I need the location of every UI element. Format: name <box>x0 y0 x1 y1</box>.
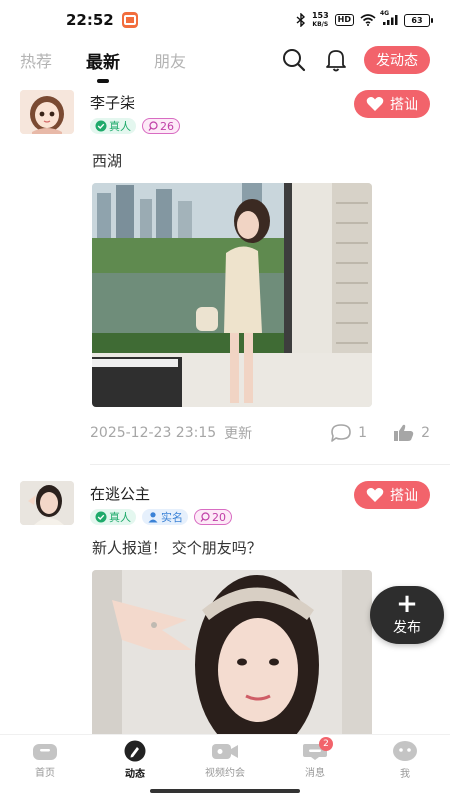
search-icon[interactable] <box>280 46 308 74</box>
signal-label: 4G <box>380 10 390 17</box>
nav-video-date-label: 视频约会 <box>205 767 245 779</box>
top-nav: 热荐 最新 朋友 发动态 <box>0 40 450 80</box>
nav-feed[interactable]: 动态 <box>90 735 180 784</box>
status-icons: 153 KB/S HD 4G 63 <box>296 10 433 29</box>
nav-profile[interactable]: 我 <box>360 735 450 784</box>
nav-home[interactable]: 首页 <box>0 735 90 784</box>
post-photo[interactable] <box>92 183 372 407</box>
bluetooth-icon <box>296 13 306 27</box>
network-speed-value: 153 <box>311 11 329 20</box>
nav-video-date[interactable]: 视频约会 <box>180 735 270 784</box>
person-icon <box>148 512 158 523</box>
comment-count: 1 <box>358 425 368 441</box>
greet-button[interactable]: 搭讪 <box>354 481 430 509</box>
status-bar: 22:52 153 KB/S HD 4G 63 <box>0 0 450 40</box>
home-icon <box>33 743 57 760</box>
bottom-nav: 首页 动态 视频约会 2 消息 我 <box>0 734 450 784</box>
home-indicator[interactable] <box>150 789 300 793</box>
network-speed-unit: KB/S <box>312 21 329 28</box>
message-badge: 2 <box>319 737 333 751</box>
tab-recommended[interactable]: 热荐 <box>20 48 52 72</box>
post-time: 2025-12-23 23:15 <box>90 425 217 441</box>
username[interactable]: 在逃公主 <box>90 483 354 504</box>
greet-button[interactable]: 搭讪 <box>354 90 430 118</box>
real-person-label: 真人 <box>109 511 131 524</box>
nav-messages[interactable]: 2 消息 <box>270 735 360 784</box>
level-value: 26 <box>160 119 174 133</box>
post-moment-button[interactable]: 发动态 <box>364 46 430 74</box>
real-name-tag: 实名 <box>142 509 188 525</box>
real-person-tag: 真人 <box>90 509 136 525</box>
cellular-signal-icon: 4G <box>380 10 398 26</box>
comment-icon <box>331 424 351 442</box>
tab-latest[interactable]: 最新 <box>86 48 120 73</box>
plus-icon: + <box>396 589 418 619</box>
like-button[interactable]: 2 <box>393 423 430 443</box>
level-tag: 26 <box>142 118 180 134</box>
tab-friends[interactable]: 朋友 <box>154 48 186 72</box>
real-person-tag: 真人 <box>90 118 136 134</box>
post-text: 新人报道！ 交个朋友吗？ <box>92 539 262 557</box>
user-info: 在逃公主 真人 实名 20 <box>90 477 354 525</box>
user-tags: 真人 实名 20 <box>90 509 354 525</box>
wifi-icon <box>360 14 376 26</box>
post-photo[interactable] <box>92 570 372 734</box>
bell-icon[interactable] <box>322 46 350 74</box>
verified-check-icon <box>95 120 107 132</box>
hd-badge: HD <box>334 14 354 26</box>
post-text: 西湖 <box>92 152 123 170</box>
verified-check-icon <box>95 511 107 523</box>
real-name-label: 实名 <box>161 511 183 524</box>
post-header: 李子柒 真人 26 搭讪 <box>20 86 430 134</box>
post-divider <box>90 464 450 465</box>
profile-icon <box>393 740 417 761</box>
nav-home-label: 首页 <box>35 767 55 779</box>
comment-button[interactable]: 1 <box>330 423 367 443</box>
chat-bubble-icon <box>200 512 210 522</box>
level-tag: 20 <box>194 509 232 525</box>
heart-icon <box>366 488 384 502</box>
feed-icon <box>124 740 146 761</box>
level-value: 20 <box>212 510 226 524</box>
top-nav-actions: 发动态 <box>280 46 430 74</box>
username[interactable]: 李子柒 <box>90 92 354 113</box>
battery-indicator: 63 <box>404 13 433 27</box>
greet-label: 搭讪 <box>390 97 418 113</box>
user-info: 李子柒 真人 26 <box>90 86 354 134</box>
status-time: 22:52 <box>66 11 114 29</box>
like-count: 2 <box>421 425 430 441</box>
post-header: 在逃公主 真人 实名 20 搭讪 <box>20 477 430 525</box>
post-actions: 1 2 <box>330 423 430 443</box>
post-status: 更新 <box>224 426 253 442</box>
user-tags: 真人 26 <box>90 118 354 134</box>
nav-messages-label: 消息 <box>305 767 325 779</box>
publish-label: 发布 <box>393 620 421 636</box>
nav-feed-label: 动态 <box>125 768 145 780</box>
heart-icon <box>366 97 384 111</box>
publish-fab[interactable]: + 发布 <box>370 586 444 644</box>
thumbs-up-icon <box>394 424 414 441</box>
chat-bubble-icon <box>148 121 158 131</box>
post-meta: 2025-12-23 23:15 更新 1 2 <box>90 423 430 443</box>
post-card: 李子柒 真人 26 搭讪 西湖 2025-12-23 23:15 更新 1 2 <box>0 86 450 452</box>
avatar[interactable] <box>20 481 74 525</box>
nav-profile-label: 我 <box>400 768 410 780</box>
network-speed: 153 KB/S <box>312 11 329 29</box>
greet-label: 搭讪 <box>390 488 418 504</box>
app-notification-icon <box>121 12 138 28</box>
real-person-label: 真人 <box>109 120 131 133</box>
video-icon <box>212 743 238 759</box>
avatar[interactable] <box>20 90 74 134</box>
